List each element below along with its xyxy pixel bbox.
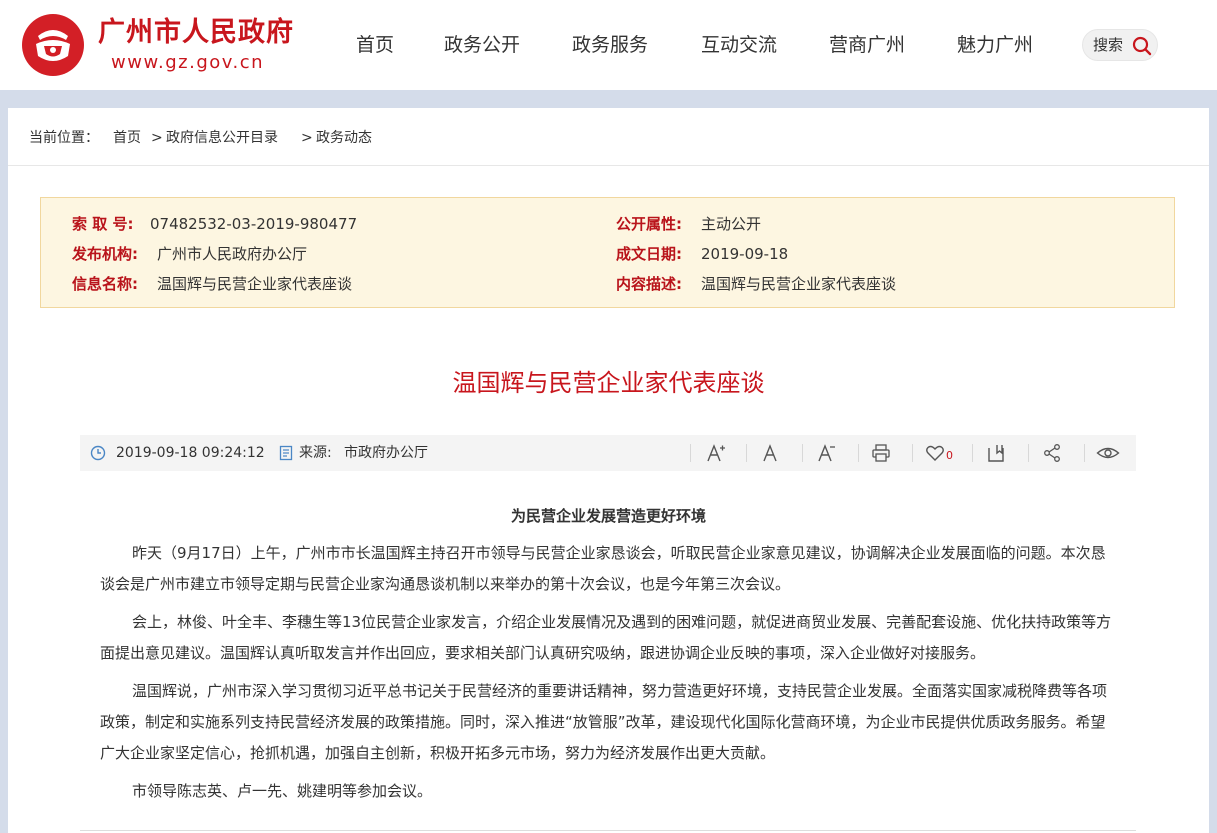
nav-item-business[interactable]: 营商广州 bbox=[829, 33, 905, 57]
nav-item-home[interactable]: 首页 bbox=[356, 33, 394, 57]
meta-index-no-label: 索 取 号: bbox=[72, 215, 134, 233]
meta-publisher: 广州市人民政府办公厅 bbox=[157, 245, 308, 263]
meta-desc: 温国辉与民营企业家代表座谈 bbox=[701, 275, 897, 293]
toolbar-divider bbox=[1084, 444, 1085, 462]
meta-info-name: 温国辉与民营企业家代表座谈 bbox=[157, 275, 353, 293]
bookmark-icon[interactable] bbox=[986, 443, 1006, 463]
heart-icon[interactable] bbox=[925, 443, 945, 463]
meta-date-label: 成文日期: bbox=[616, 245, 682, 263]
article-paragraph: 昨天（9月17日）上午，广州市市长温国辉主持召开市领导与民营企业家恳谈会，听取民… bbox=[100, 544, 1106, 593]
share-icon[interactable] bbox=[1042, 443, 1062, 463]
meta-desc-label: 内容描述: bbox=[616, 275, 682, 293]
meta-attr-label: 公开属性: bbox=[616, 215, 682, 233]
article-paragraph: 会上，林俊、叶全丰、李穗生等13位民营企业家发言，介绍企业发展情况及遇到的困难问… bbox=[100, 613, 1112, 662]
breadcrumb-item-catalog[interactable]: 政府信息公开目录 bbox=[166, 129, 278, 147]
toolbar-divider bbox=[972, 444, 973, 462]
breadcrumb-item-news[interactable]: 政务动态 bbox=[316, 129, 372, 147]
article-datetime: 2019-09-18 09:24:12 bbox=[116, 445, 265, 461]
toolbar-divider bbox=[912, 444, 913, 462]
breadcrumb-prefix: 当前位置： bbox=[29, 130, 99, 146]
meta-info-name-label: 信息名称: bbox=[72, 275, 138, 293]
toolbar-divider bbox=[690, 444, 691, 462]
search-label: 搜索 bbox=[1093, 36, 1124, 54]
content-divider bbox=[80, 830, 1136, 831]
nav-item-gov-affairs-open[interactable]: 政务公开 bbox=[444, 33, 520, 57]
article-subheading: 为民营企业发展营造更好环境 bbox=[510, 507, 706, 525]
meta-date: 2019-09-18 bbox=[701, 245, 789, 263]
site-url[interactable]: www.gz.gov.cn bbox=[111, 52, 264, 74]
print-icon[interactable] bbox=[871, 443, 891, 463]
like-count: 0 bbox=[946, 449, 953, 462]
content-panel: 当前位置： 首页 > 政府信息公开目录 > 政务动态 索 取 号: 074825… bbox=[8, 108, 1209, 833]
toolbar-divider bbox=[746, 444, 747, 462]
search-icon bbox=[1132, 36, 1152, 56]
site-title[interactable]: 广州市人民政府 bbox=[98, 18, 294, 48]
toolbar-divider bbox=[858, 444, 859, 462]
meta-publisher-label: 发布机构: bbox=[72, 245, 138, 263]
font-decrease-icon[interactable] bbox=[816, 443, 836, 463]
source-icon bbox=[279, 445, 293, 461]
meta-index-no: 07482532-03-2019-980477 bbox=[150, 215, 358, 233]
toolbar-divider bbox=[1028, 444, 1029, 462]
article-paragraph: 市领导陈志英、卢一先、姚建明等参加会议。 bbox=[132, 782, 433, 800]
document-meta-box: 索 取 号: 07482532-03-2019-980477 发布机构: 广州市… bbox=[40, 197, 1175, 308]
site-header: 广州市人民政府 www.gz.gov.cn 首页 政务公开 政务服务 互动交流 … bbox=[0, 0, 1217, 90]
nav-item-gov-services[interactable]: 政务服务 bbox=[572, 33, 648, 57]
font-reset-icon[interactable] bbox=[760, 443, 780, 463]
article-paragraph: 温国辉说，广州市深入学习贯彻习近平总书记关于民营经济的重要讲话精神，努力营造更好… bbox=[100, 682, 1108, 762]
meta-attr: 主动公开 bbox=[701, 215, 762, 233]
breadcrumb-separator: > bbox=[151, 130, 163, 146]
emblem-logo[interactable] bbox=[22, 14, 84, 76]
article-title: 温国辉与民营企业家代表座谈 bbox=[452, 369, 765, 397]
article-source: 市政府办公厅 bbox=[344, 445, 428, 461]
nav-item-charm[interactable]: 魅力广州 bbox=[957, 33, 1033, 57]
source-label: 来源: bbox=[299, 445, 332, 461]
nav-item-interaction[interactable]: 互动交流 bbox=[701, 33, 777, 57]
breadcrumb: 当前位置： 首页 > 政府信息公开目录 > 政务动态 bbox=[8, 108, 1209, 166]
font-increase-icon[interactable] bbox=[706, 443, 726, 463]
emblem-logo-icon bbox=[36, 30, 70, 61]
article-toolbar: 2019-09-18 09:24:12 来源: 市政府办公厅 0 bbox=[80, 435, 1136, 471]
clock-icon bbox=[90, 445, 106, 461]
eye-icon[interactable] bbox=[1096, 443, 1120, 463]
breadcrumb-item-home[interactable]: 首页 bbox=[113, 129, 141, 147]
search-button[interactable]: 搜索 bbox=[1082, 29, 1158, 61]
toolbar-divider bbox=[802, 444, 803, 462]
breadcrumb-separator: > bbox=[301, 130, 313, 146]
article-body: 昨天（9月17日）上午，广州市市长温国辉主持召开市领导与民营企业家恳谈会，听取民… bbox=[100, 538, 1120, 814]
